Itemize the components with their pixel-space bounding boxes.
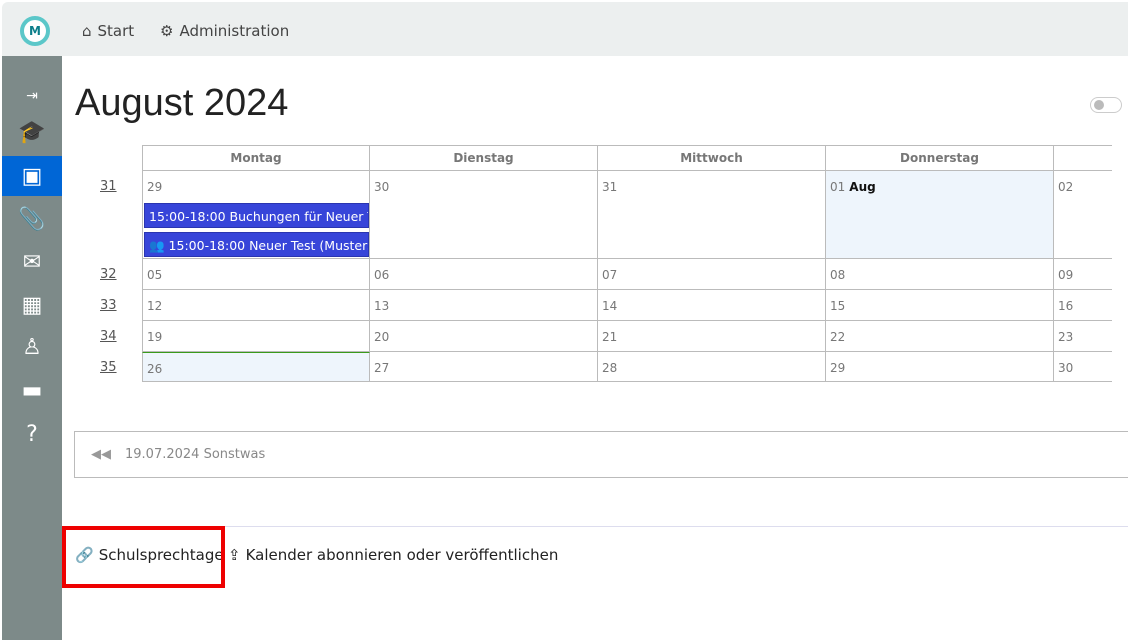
day-number: 22 [830,330,846,344]
history-bar: ◀◀ 19.07.2024 Sonstwas [74,431,1128,478]
day-cell[interactable]: 19 [142,321,370,352]
person-question-icon[interactable]: ? [2,414,62,454]
nav-start[interactable]: ⌂ Start [82,22,134,40]
week-number-link[interactable]: 35 [100,360,117,375]
day-cell[interactable]: 02 [1054,171,1112,259]
day-number: 09 [1058,268,1074,282]
weekday-header: Montag [142,145,370,171]
weekday-header: Mittwoch [598,145,826,171]
day-number: 05 [147,268,163,282]
day-cell[interactable]: 13 [370,290,598,321]
home-icon: ⌂ [82,22,92,40]
highlight-box [62,526,225,588]
paperclip-icon[interactable]: 📎 [2,199,62,239]
graduation-cap-icon[interactable]: 🎓 [2,112,62,152]
event-text: 15:00-18:00 Buchungen für Neuer Test [149,209,369,224]
history-entry[interactable]: 19.07.2024 Sonstwas [125,447,265,462]
day-cell[interactable]: 30 [370,171,598,259]
day-number: 27 [374,361,390,375]
week-number-link[interactable]: 32 [100,267,117,282]
day-number: 30 [1058,361,1074,375]
day-number: 26 [147,362,163,376]
event-text: 15:00-18:00 Neuer Test (Musterschule) [168,238,368,253]
calendar-event[interactable]: 👥 15:00-18:00 Neuer Test (Musterschule) [144,232,369,257]
month-label: Aug [849,180,876,194]
day-number: 07 [602,268,618,282]
week-number-link[interactable]: 31 [100,179,117,194]
day-number: 21 [602,330,618,344]
page-title: August 2024 [75,82,289,124]
day-cell[interactable]: 08 [826,259,1054,290]
day-number: 28 [602,361,618,375]
day-number: 30 [374,180,390,194]
day-number: 23 [1058,330,1074,344]
day-number: 14 [602,299,618,313]
day-number: 13 [374,299,390,313]
subscribe-calendar-link[interactable]: ⇪ Kalender abonnieren oder veröffentliche… [228,546,558,564]
upload-icon: ⇪ [228,546,241,564]
envelope-icon[interactable]: ✉ [2,242,62,282]
day-cell[interactable]: 21 [598,321,826,352]
rewind-icon[interactable]: ◀◀ [91,447,111,462]
day-cell[interactable]: 07 [598,259,826,290]
day-number: 16 [1058,299,1074,313]
day-cell[interactable]: 01 Aug [826,171,1054,259]
day-number: 19 [147,330,163,344]
day-number: 06 [374,268,390,282]
day-number: 15 [830,299,846,313]
day-number: 01 [830,180,846,194]
day-number: 12 [147,299,163,313]
day-number: 02 [1058,180,1074,194]
sidebar: ⇥ 🎓 ▣ 📎 ✉ ▦ ♙ ▬ ? [2,56,62,640]
day-cell[interactable]: 26 [142,352,370,382]
day-number: 29 [830,361,846,375]
day-cell[interactable]: 28 [598,352,826,382]
teacher-board-icon[interactable]: ♙ [2,327,62,367]
day-cell[interactable]: 23 [1054,321,1112,352]
week-number-link[interactable]: 33 [100,298,117,313]
day-cell[interactable]: 09 [1054,259,1112,290]
nav-administration[interactable]: ⚙ Administration [160,22,289,40]
logout-icon[interactable]: ⇥ [2,76,62,116]
weekday-header [1054,145,1112,171]
top-bar: M ⌂ Start ⚙ Administration [2,2,1128,56]
day-cell[interactable]: 30 [1054,352,1112,382]
day-cell[interactable]: 12 [142,290,370,321]
week-number-link[interactable]: 34 [100,329,117,344]
day-number: 29 [147,180,163,194]
calendar-icon[interactable]: ▣ [2,156,62,196]
weekday-header: Donnerstag [826,145,1054,171]
day-number: 31 [602,180,618,194]
users-icon: 👥 [149,238,169,253]
day-cell[interactable]: 14 [598,290,826,321]
bed-icon[interactable]: ▬ [2,370,62,410]
day-cell[interactable]: 22 [826,321,1054,352]
day-cell[interactable]: 15 [826,290,1054,321]
day-number: 20 [374,330,390,344]
day-cell[interactable]: 29 [826,352,1054,382]
app-logo[interactable]: M [20,16,50,46]
gear-icon: ⚙ [160,22,174,40]
calendar-event[interactable]: 15:00-18:00 Buchungen für Neuer Test [144,203,369,228]
day-cell[interactable]: 16 [1054,290,1112,321]
day-cell[interactable]: 27 [370,352,598,382]
weekday-header: Dienstag [370,145,598,171]
day-cell[interactable]: 20 [370,321,598,352]
day-cell[interactable]: 31 [598,171,826,259]
calendar-grid-icon[interactable]: ▦ [2,285,62,325]
day-cell[interactable]: 06 [370,259,598,290]
view-toggle[interactable] [1090,97,1122,113]
day-number: 08 [830,268,846,282]
day-cell[interactable]: 05 [142,259,370,290]
